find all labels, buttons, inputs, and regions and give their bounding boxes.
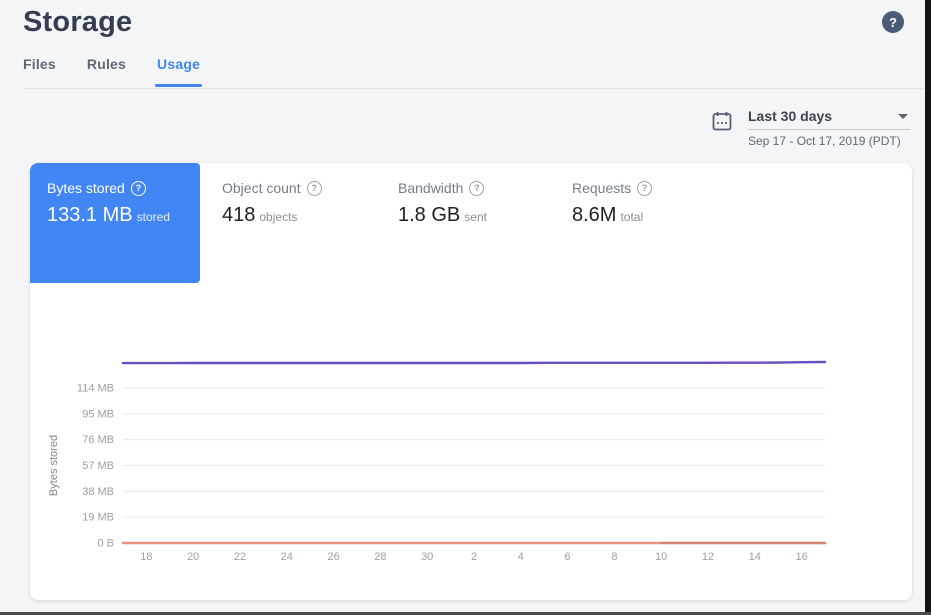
svg-text:20: 20 [187,551,199,563]
svg-text:12: 12 [702,551,714,563]
svg-text:30: 30 [421,551,433,563]
svg-text:10: 10 [655,551,667,563]
svg-text:38 MB: 38 MB [82,486,114,498]
page-title: Storage [23,6,132,39]
svg-text:28: 28 [374,551,386,563]
svg-text:57 MB: 57 MB [82,460,114,472]
svg-text:2: 2 [471,551,477,563]
svg-text:76 MB: 76 MB [82,434,114,446]
tab-rules[interactable]: Rules [87,56,126,87]
svg-text:26: 26 [327,551,339,563]
window-edge-right [925,0,931,615]
svg-text:Bytes stored: Bytes stored [48,435,60,496]
tab-divider [23,88,925,89]
date-range-label: Last 30 days [748,108,832,124]
svg-text:8: 8 [611,551,617,563]
svg-text:95 MB: 95 MB [82,408,114,420]
svg-text:24: 24 [281,551,293,563]
date-range-selector[interactable]: Last 30 days Sep 17 - Oct 17, 2019 (PDT) [712,108,910,148]
tab-files[interactable]: Files [23,56,56,87]
svg-text:22: 22 [234,551,246,563]
svg-text:0 B: 0 B [97,538,114,550]
svg-text:6: 6 [565,551,571,563]
date-range-detail: Sep 17 - Oct 17, 2019 (PDT) [748,130,910,148]
help-button[interactable]: ? [882,11,904,33]
svg-text:14: 14 [749,551,761,563]
calendar-icon [712,111,732,131]
svg-text:19 MB: 19 MB [82,512,114,524]
tab-bar: Files Rules Usage [23,56,200,87]
svg-text:114 MB: 114 MB [77,383,114,395]
tab-usage[interactable]: Usage [157,56,200,87]
svg-text:16: 16 [795,551,807,563]
svg-text:18: 18 [140,551,152,563]
svg-text:4: 4 [518,551,524,563]
bytes-stored-line-chart: 0 B19 MB38 MB57 MB76 MB95 MB114 MB182022… [30,163,912,600]
chevron-down-icon [898,114,908,119]
help-icon: ? [889,15,897,30]
usage-card: Bytes stored ? 133.1 MBstored Object cou… [30,163,912,600]
